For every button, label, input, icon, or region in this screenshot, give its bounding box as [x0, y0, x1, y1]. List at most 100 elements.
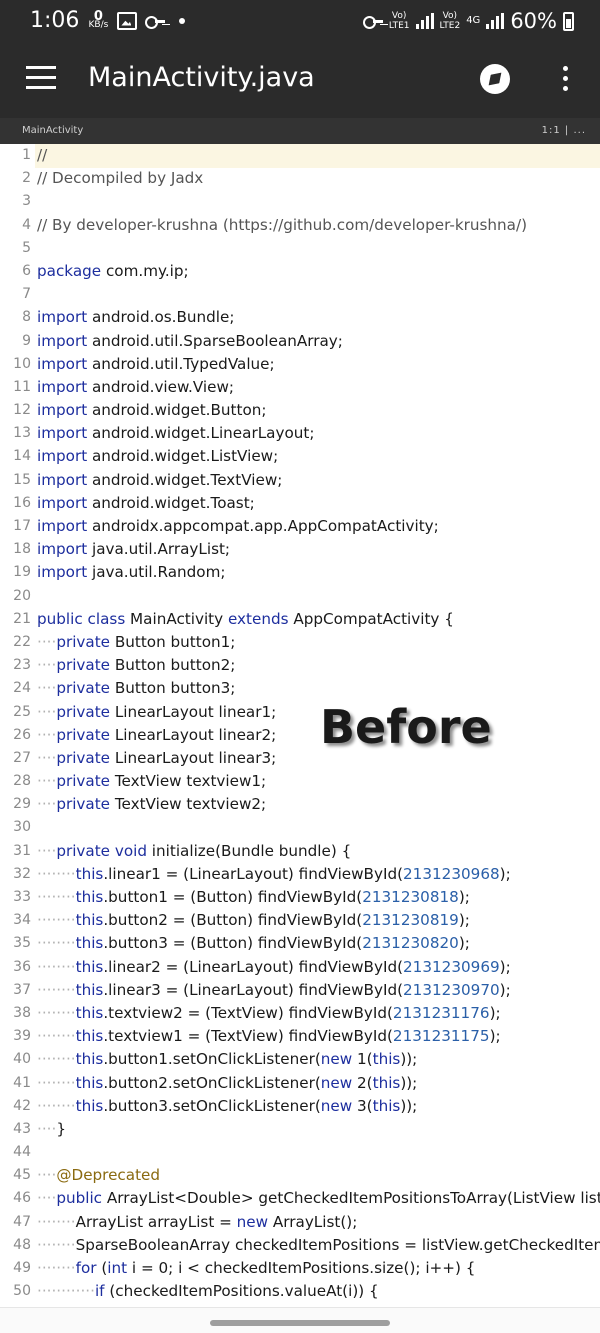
code-line[interactable]: 45 ····@Deprecated — [0, 1164, 600, 1187]
before-watermark: Before — [320, 700, 492, 754]
code-line[interactable]: 50 ············if (checkedItemPositions.v… — [0, 1280, 600, 1303]
line-number: 30 — [13, 819, 31, 836]
indent-guide: ········ — [37, 1073, 76, 1092]
code-token: import — [37, 517, 88, 535]
code-line[interactable]: 25 ····private LinearLayout linear1; — [0, 701, 600, 724]
code-line[interactable]: 12 import android.widget.Button; — [0, 399, 600, 422]
code-line[interactable]: 13 import android.widget.LinearLayout; — [0, 422, 600, 445]
code-line[interactable]: 41 ········this.button2.setOnClickListene… — [0, 1072, 600, 1095]
gesture-nav-bar — [0, 1307, 600, 1333]
code-line[interactable]: 1 // — [0, 144, 600, 167]
code-token: this — [372, 1096, 401, 1115]
code-line[interactable]: 15 import android.widget.TextView; — [0, 469, 600, 492]
code-line[interactable]: 10 import android.util.TypedValue; — [0, 353, 600, 376]
code-token: this — [75, 1027, 104, 1046]
code-line[interactable]: 26 ····private LinearLayout linear2; — [0, 724, 600, 747]
code-token: java.util.Random; — [87, 563, 226, 582]
code-line[interactable]: 7 — [0, 283, 600, 306]
compass-icon[interactable] — [480, 64, 510, 94]
code-line[interactable]: 14 import android.widget.ListView; — [0, 445, 600, 468]
code-editor[interactable]: 1//2// Decompiled by Jadx 3 4// By develop… — [0, 144, 600, 1307]
code-line[interactable]: 16 import android.widget.Toast; — [0, 492, 600, 515]
code-line[interactable]: 11 import android.view.View; — [0, 376, 600, 399]
code-token: )); — [400, 1073, 418, 1092]
line-number: 3 — [22, 193, 31, 210]
code-line[interactable]: 28 ····private TextView textview1; — [0, 770, 600, 793]
code-line[interactable]: 30 — [0, 816, 600, 839]
indent-guide: ········ — [37, 1003, 76, 1022]
code-line[interactable]: 5 — [0, 237, 600, 260]
line-number: 44 — [13, 1144, 31, 1161]
code-line[interactable]: 37 ········this.linear3 = (LinearLayout) … — [0, 979, 600, 1002]
code-token: android.view.View; — [87, 377, 235, 396]
line-number: 34 — [13, 912, 31, 929]
code-line[interactable]: 43 ····} — [0, 1118, 600, 1141]
code-line[interactable]: 48 ········SparseBooleanArray checkedItem… — [0, 1234, 600, 1257]
code-line[interactable]: 21 public class MainActivity extends AppC… — [0, 608, 600, 631]
code-line[interactable]: 49 ········for (int i = 0; i < checkedIte… — [0, 1257, 600, 1280]
line-number: 48 — [13, 1236, 31, 1253]
indent-guide: ············ — [37, 1282, 95, 1301]
more-vert-icon[interactable] — [558, 66, 572, 94]
code-token: androidx.appcompat.app.AppCompatActivity… — [87, 517, 439, 535]
code-text: ········this.button2 = (Button) findView… — [37, 909, 470, 932]
code-text: ····private Button button3; — [37, 677, 235, 700]
code-token: Button button2; — [110, 656, 236, 675]
code-line[interactable]: 44 — [0, 1141, 600, 1164]
code-text: ····public ArrayList<Double> getCheckedI… — [37, 1187, 600, 1210]
code-line[interactable]: 47 ········ArrayList arrayList = new Arra… — [0, 1211, 600, 1234]
indent-guide: ···· — [37, 702, 57, 721]
code-line[interactable]: 46 ····public ArrayList<Double> getChecke… — [0, 1187, 600, 1210]
code-token: TextView textview2; — [110, 795, 267, 814]
indent-guide: ········ — [37, 980, 76, 999]
line-number: 18 — [13, 541, 31, 558]
code-token: 2131230968 — [403, 864, 500, 883]
code-line[interactable]: 40 ········this.button1.setOnClickListene… — [0, 1048, 600, 1071]
code-token: private — [56, 795, 111, 814]
code-token: package — [37, 261, 102, 280]
code-line[interactable]: 24 ····private Button button3; — [0, 677, 600, 700]
code-line[interactable]: 9 import android.util.SparseBooleanArray; — [0, 330, 600, 353]
code-line[interactable]: 4 // By developer-krushna (https://github… — [0, 214, 600, 237]
line-number: 19 — [13, 564, 31, 581]
code-line[interactable]: 34 ········this.button2 = (Button) findVi… — [0, 909, 600, 932]
code-line[interactable]: 35 ········this.button3 = (Button) findVi… — [0, 932, 600, 955]
line-number: 31 — [13, 842, 31, 859]
code-token: public class — [37, 609, 126, 628]
code-line[interactable]: 23 ····private Button button2; — [0, 654, 600, 677]
code-line[interactable]: 33 ········this.button1 = (Button) findVi… — [0, 886, 600, 909]
code-line[interactable]: 38 ········this.textview2 = (TextView) fi… — [0, 1002, 600, 1025]
code-line[interactable]: 17 import androidx.appcompat.app.AppCompa… — [0, 515, 600, 538]
code-line[interactable]: 20 — [0, 585, 600, 608]
code-line[interactable]: 36 ········this.linear2 = (LinearLayout) … — [0, 956, 600, 979]
home-gesture-pill[interactable] — [210, 1320, 390, 1326]
code-token: new — [320, 1073, 353, 1092]
line-number: 42 — [13, 1097, 31, 1114]
signal-sim1-icon — [415, 13, 434, 29]
code-line[interactable]: 42 ········this.button3.setOnClickListene… — [0, 1095, 600, 1118]
code-token: ); — [499, 957, 511, 976]
code-line[interactable]: 22 ····private Button button1; — [0, 631, 600, 654]
code-line[interactable]: 2 // Decompiled by Jadx — [0, 167, 600, 190]
line-number: 20 — [13, 587, 31, 604]
code-line[interactable]: 18 import java.util.ArrayList; — [0, 538, 600, 561]
code-line[interactable]: 6 package com.my.ip; — [0, 260, 600, 283]
code-text: import android.widget.Button; — [37, 399, 266, 422]
line-number: 38 — [13, 1004, 31, 1021]
code-line[interactable]: 29 ····private TextView textview2; — [0, 793, 600, 816]
line-number: 41 — [13, 1074, 31, 1091]
code-line[interactable]: 27 ····private LinearLayout linear3; — [0, 747, 600, 770]
line-number: 1 — [22, 147, 31, 163]
code-token: .button3 = (Button) findViewById( — [103, 934, 363, 953]
code-line[interactable]: 39 ········this.textview1 = (TextView) fi… — [0, 1025, 600, 1048]
hamburger-icon[interactable] — [26, 66, 56, 90]
code-line[interactable]: 19 import java.util.Random; — [0, 561, 600, 584]
code-token: android.widget.LinearLayout; — [87, 424, 315, 443]
line-number: 21 — [13, 610, 31, 627]
tab-file-name[interactable]: MainActivity — [22, 125, 83, 136]
code-token: private — [56, 772, 111, 791]
code-line[interactable]: 3 — [0, 190, 600, 213]
code-line[interactable]: 31 ····private void initialize(Bundle bun… — [0, 840, 600, 863]
code-line[interactable]: 32 ········this.linear1 = (LinearLayout) … — [0, 863, 600, 886]
code-line[interactable]: 8 import android.os.Bundle; — [0, 306, 600, 329]
